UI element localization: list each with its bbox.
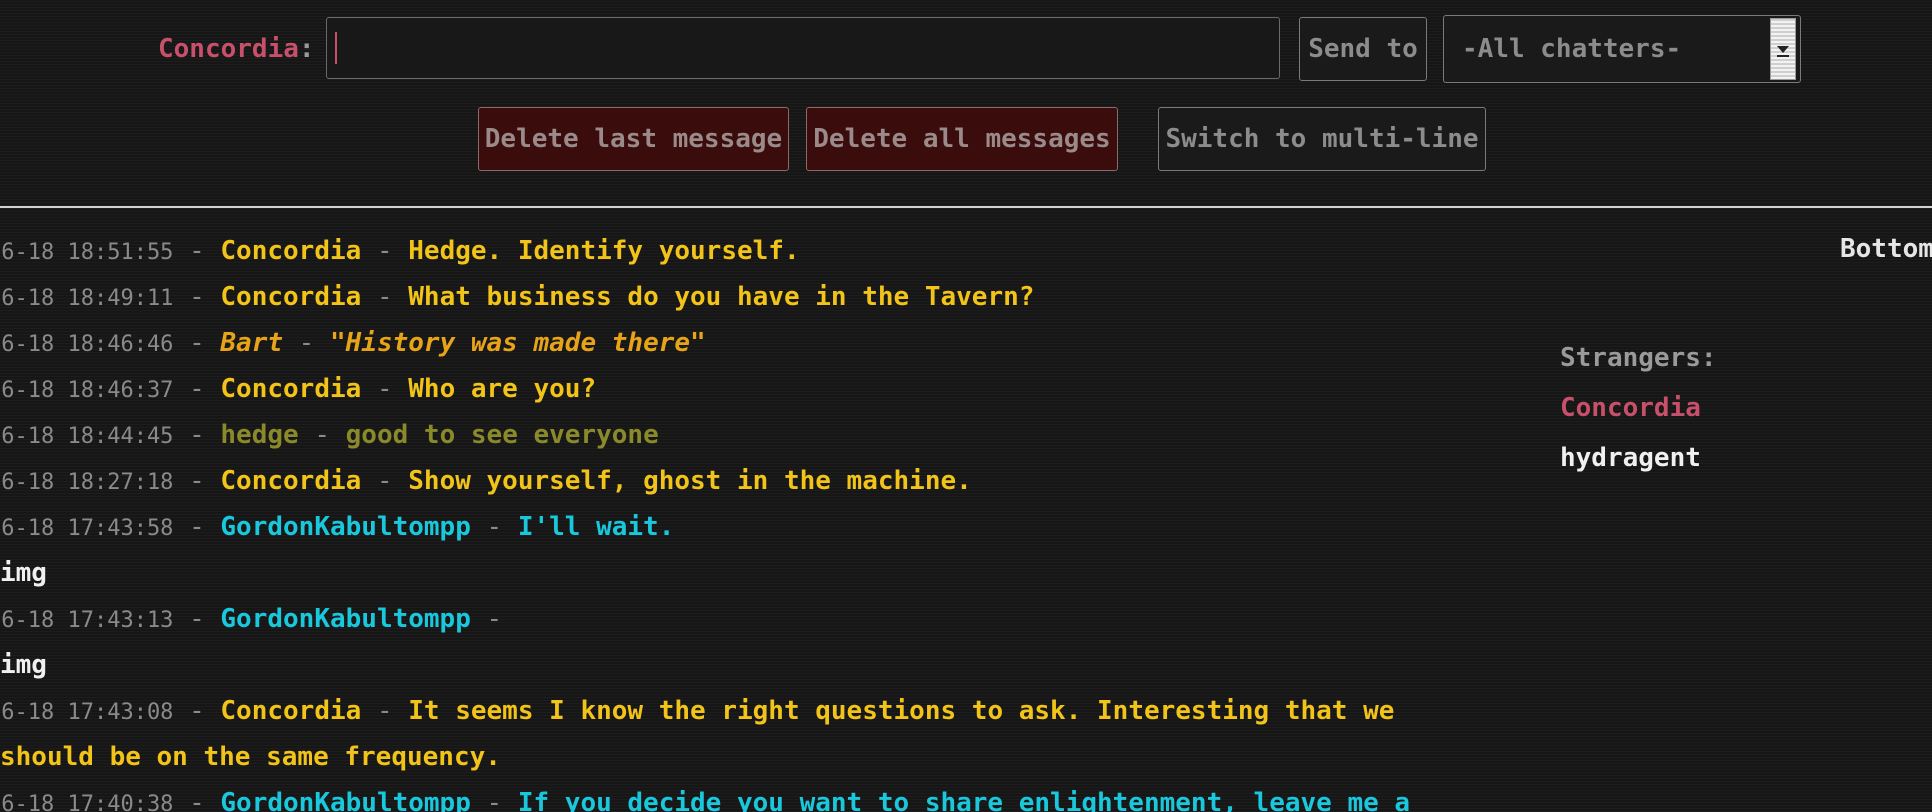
chat-message: 06-18 18:27:18 - Concordia - Show yourse… (0, 458, 1480, 504)
message-text: What business do you have in the Tavern? (408, 282, 1035, 312)
message-separator: - (173, 420, 221, 450)
message-separator: - (173, 604, 221, 634)
message-user[interactable]: GordonKabultompp (220, 788, 470, 812)
send-to-button[interactable]: Send to (1299, 17, 1427, 81)
message-separator: - (173, 328, 221, 358)
message-separator: - (173, 282, 221, 312)
message-separator: - (361, 466, 409, 496)
message-user[interactable]: Concordia (220, 374, 361, 404)
message-user[interactable]: Bart (220, 328, 283, 358)
message-text: good to see everyone (345, 420, 659, 450)
message-separator: - (470, 604, 503, 634)
chat-message: 06-18 17:43:08 - Concordia - It seems I … (0, 688, 1480, 734)
message-separator: - (283, 328, 330, 358)
message-separator: - (361, 696, 409, 726)
message-timestamp: 06-18 18:51:55 (0, 240, 174, 265)
chat-message: 06-18 18:46:46 - Bart - "History was mad… (0, 320, 1480, 366)
message-text: I'll wait. (517, 512, 675, 542)
message-user[interactable]: Concordia (220, 466, 361, 496)
recipient-selected-value: -All chatters- (1462, 34, 1682, 64)
message-timestamp: 06-18 17:43:13 (0, 608, 174, 633)
chat-message: 06-18 18:44:45 - hedge - good to see eve… (0, 412, 1480, 458)
divider (0, 206, 1932, 208)
chat-message: 06-18 17:40:38 - GordonKabultompp - If y… (0, 780, 1480, 812)
message-text: Show yourself, ghost in the machine. (408, 466, 972, 496)
message-timestamp: 06-18 17:43:58 (0, 516, 174, 541)
user-list-item[interactable]: hydragent (1560, 438, 1717, 488)
message-user[interactable]: Concordia (220, 696, 361, 726)
chat-message: 06-18 17:43:13 - GordonKabultompp - (0, 596, 1480, 642)
message-separator: - (361, 374, 409, 404)
message-separator: - (173, 466, 221, 496)
message-timestamp: 06-18 17:43:08 (0, 700, 174, 725)
message-separator: - (361, 236, 409, 266)
user-list-item[interactable]: Concordia (1560, 388, 1717, 438)
username-text: Concordia (158, 34, 299, 64)
user-list: Strangers: Concordia hydragent (1560, 338, 1717, 488)
image-placeholder[interactable]: img (0, 550, 1480, 596)
username-colon: : (298, 34, 315, 64)
message-timestamp: 06-18 18:46:37 (0, 378, 174, 403)
delete-all-messages-button[interactable]: Delete all messages (806, 107, 1118, 171)
message-user[interactable]: GordonKabultompp (220, 512, 470, 542)
message-separator: - (173, 512, 221, 542)
message-input[interactable] (326, 17, 1280, 79)
text-caret (335, 32, 337, 64)
chat-message: 06-18 17:43:58 - GordonKabultompp - I'll… (0, 504, 1480, 550)
switch-multiline-button[interactable]: Switch to multi-line (1158, 107, 1486, 171)
chat-message: 06-18 18:49:11 - Concordia - What busine… (0, 274, 1480, 320)
message-user[interactable]: Concordia (220, 282, 361, 312)
message-timestamp: 06-18 17:40:38 (0, 792, 174, 812)
message-timestamp: 06-18 18:46:46 (0, 332, 174, 357)
message-text: "History was made there" (330, 328, 706, 358)
user-list-title: Strangers: (1560, 343, 1717, 373)
delete-last-message-button[interactable]: Delete last message (478, 107, 789, 171)
composer-bar: Concordia: Send to -All chatters- Delete… (0, 0, 1932, 206)
recipient-select[interactable]: -All chatters- (1443, 15, 1801, 83)
image-placeholder[interactable]: img (0, 642, 1480, 688)
message-timestamp: 06-18 18:27:18 (0, 470, 174, 495)
message-separator: - (470, 788, 518, 812)
message-separator: - (173, 374, 221, 404)
bottom-link[interactable]: Bottom (1840, 234, 1932, 264)
message-continuation: should be on the same frequency. (0, 742, 501, 772)
message-user[interactable]: GordonKabultompp (220, 604, 470, 634)
message-text: It seems I know the right questions to a… (408, 696, 1395, 726)
chat-message: 06-18 18:51:55 - Concordia - Hedge. Iden… (0, 228, 1480, 274)
message-separator: - (298, 420, 346, 450)
message-separator: - (361, 282, 409, 312)
message-separator: - (173, 236, 221, 266)
message-text: If you decide you want to share enlighte… (517, 788, 1411, 812)
message-separator: - (173, 696, 221, 726)
message-user[interactable]: hedge (220, 420, 298, 450)
message-separator: - (470, 512, 518, 542)
chat-log: 06-18 18:51:55 - Concordia - Hedge. Iden… (0, 228, 1480, 812)
message-timestamp: 06-18 18:44:45 (0, 424, 174, 449)
message-text: Hedge. Identify yourself. (408, 236, 800, 266)
message-user[interactable]: Concordia (220, 236, 361, 266)
current-username-label: Concordia: (158, 34, 315, 64)
chat-message: 06-18 18:46:37 - Concordia - Who are you… (0, 366, 1480, 412)
message-text: Who are you? (408, 374, 597, 404)
message-separator: - (173, 788, 221, 812)
message-timestamp: 06-18 18:49:11 (0, 286, 174, 311)
chevron-down-icon[interactable] (1770, 18, 1796, 80)
